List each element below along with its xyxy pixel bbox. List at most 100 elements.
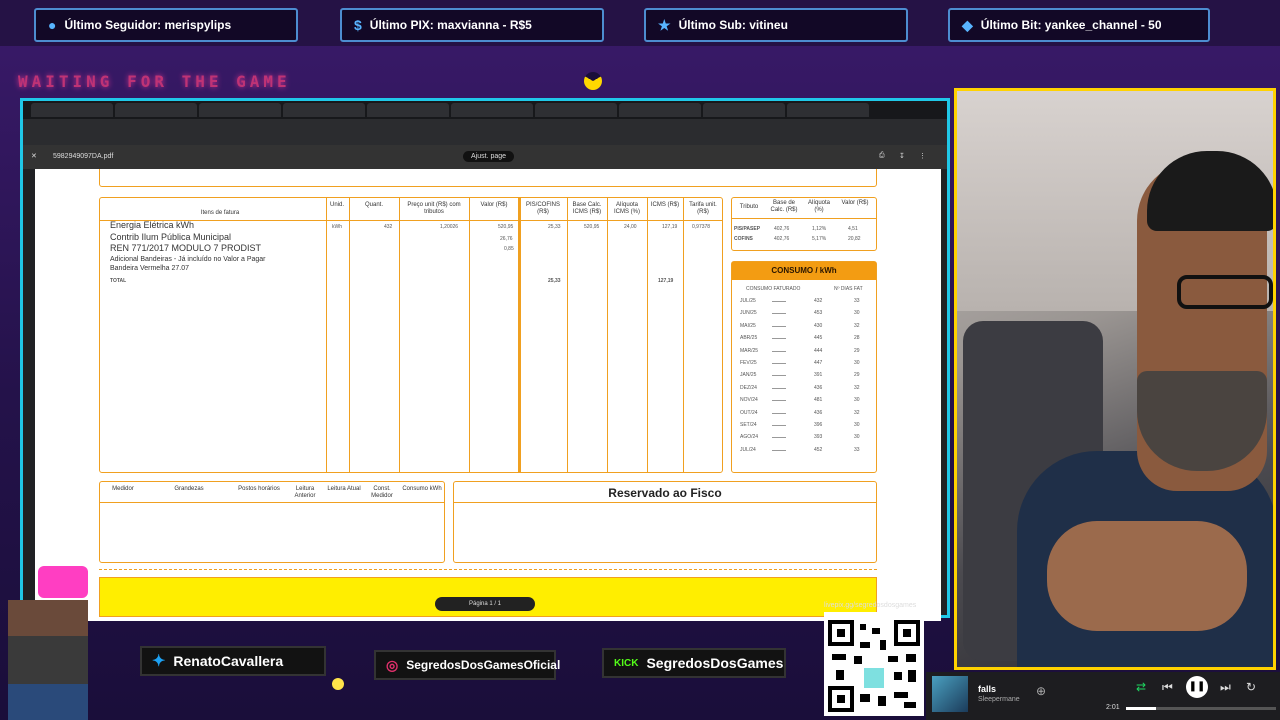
pis-total: 25,33	[548, 278, 561, 284]
item-line: Adicional Bandeiras - Já incluído no Val…	[110, 256, 266, 263]
consumo-days: 32	[854, 409, 860, 416]
consumo-value: 444	[814, 347, 823, 354]
browser-tab[interactable]	[367, 103, 449, 117]
browser-tab[interactable]	[535, 103, 617, 117]
consumo-days: 29	[854, 372, 860, 379]
browser-tab[interactable]	[283, 103, 365, 117]
invoice-table: Itens de fatura Unid. Quant. Preço unit …	[99, 197, 723, 473]
tributo-value: 20,82	[848, 236, 861, 242]
item-line: Bandeira Vermelha 27.07	[110, 265, 189, 272]
last-follower-alert: ● Último Seguidor: merispylips	[34, 8, 298, 42]
kick-text: SegredosDosGames	[646, 655, 784, 671]
consumo-bar	[772, 338, 786, 340]
repeat-icon[interactable]: ↻	[1246, 680, 1256, 694]
previous-icon[interactable]: ⏮	[1162, 680, 1173, 695]
twitter-text: RenatoCavallera	[173, 653, 284, 669]
print-icon[interactable]: ⎙	[879, 152, 885, 160]
consumo-value: 447	[814, 360, 823, 366]
browser-tab[interactable]	[31, 103, 113, 117]
zoom-select[interactable]: Ajust. page	[463, 151, 515, 162]
consumo-month: DEZ/24	[740, 384, 757, 391]
consumo-box: CONSUMO / kWh CONSUMO FATURADO Nº DIAS F…	[731, 261, 877, 473]
header-box	[99, 169, 877, 187]
consumo-value: 430	[814, 322, 823, 329]
consumo-days: 33	[854, 298, 860, 304]
divider	[567, 198, 568, 472]
download-icon[interactable]: ↧	[899, 152, 905, 160]
browser-tab[interactable]	[787, 103, 869, 117]
consumo-month: FEV/25	[740, 360, 757, 366]
progress-bar[interactable]	[1126, 707, 1276, 710]
browser-tab[interactable]	[199, 103, 281, 117]
consumo-days: 30	[854, 360, 860, 366]
consumo-bar	[772, 313, 786, 315]
browser-tab[interactable]	[451, 103, 533, 117]
browser-window: ✕ 5982949097DA.pdf Ajust. page ⎙ ↧ ⋮ Ite…	[20, 98, 950, 621]
qr-code	[824, 612, 924, 716]
bookmarks-bar	[23, 133, 947, 145]
col-header: Medidor	[112, 486, 134, 492]
tributo-value: 4,51	[848, 226, 858, 232]
last-follower-text: Último Seguidor: merispylips	[64, 18, 232, 32]
pixel-badge	[38, 566, 88, 598]
music-player: falls Sleepermane ⊕ ⇄ ⏮ ❚❚ ⏭ ↻ 2:01	[926, 672, 1280, 720]
consumo-month: MAI/25	[740, 322, 756, 329]
col-header: Grandezas	[174, 486, 204, 492]
pdf-toolbar: ✕ 5982949097DA.pdf Ajust. page ⎙ ↧ ⋮	[23, 145, 947, 169]
medidor-table: Medidor Grandezas Postos horários Leitur…	[99, 481, 445, 563]
unit-value: kWh	[332, 224, 342, 230]
pdf-page: Itens de fatura Unid. Quant. Preço unit …	[35, 169, 941, 621]
consumo-bar	[772, 400, 786, 402]
consumo-month: MAR/25	[740, 347, 759, 354]
address-bar[interactable]	[23, 119, 947, 133]
page-navigator[interactable]: Página 1 / 1	[435, 597, 535, 611]
divider	[100, 502, 444, 503]
total-value: 520,95	[498, 224, 514, 230]
consumo-month: JUN/25	[740, 310, 757, 317]
extra-value: 0,85	[504, 246, 514, 252]
consumo-bar	[772, 412, 786, 414]
pacman-icon	[584, 72, 602, 90]
consumo-col-header: CONSUMO FATURADO	[746, 286, 801, 292]
browser-tab[interactable]	[703, 103, 785, 117]
consumo-month: JUL/25	[740, 298, 756, 304]
consumo-value: 393	[814, 434, 823, 441]
divider	[683, 198, 684, 472]
tributo-name: COFINS	[734, 236, 753, 242]
col-header: Itens de fatura	[200, 210, 240, 216]
qr-label: livepix.gg/segredosdosgames	[824, 602, 917, 609]
shuffle-icon[interactable]: ⇄	[1136, 680, 1146, 694]
consumo-month: ABR/25	[740, 335, 758, 342]
consumo-bar	[772, 363, 786, 364]
consumo-days: 30	[854, 310, 860, 317]
consumo-month: NOV/24	[740, 397, 758, 404]
instagram-icon: ◎	[386, 656, 399, 673]
progress-fill	[1126, 707, 1156, 710]
tariff-value: 0,97378	[692, 224, 711, 230]
consumo-bar	[772, 387, 786, 389]
last-sub-alert: ★ Último Sub: vitineu	[644, 8, 908, 42]
last-bit-text: Último Bit: yankee_channel - 50	[980, 18, 1162, 32]
add-icon[interactable]: ⊕	[1036, 684, 1046, 698]
consumo-month: AGO/24	[740, 434, 759, 441]
next-icon[interactable]: ⏭	[1220, 680, 1231, 695]
item-line: REN 771/2017 MODULO 7 PRODIST	[110, 243, 262, 253]
album-art	[932, 676, 968, 712]
instagram-text: SegredosDosGamesOficial	[406, 658, 561, 672]
browser-tab[interactable]	[619, 103, 701, 117]
twitter-handle: ✦ RenatoCavallera	[140, 646, 326, 676]
close-icon[interactable]: ✕	[31, 152, 37, 160]
last-pix-alert: $ Último PIX: maxvianna - R$5	[340, 8, 604, 42]
tributo-rate: 5,17%	[812, 236, 827, 242]
col-header: Tarifa unit. (R$)	[689, 202, 717, 215]
browser-tab[interactable]	[115, 103, 197, 117]
tributo-rate: 1,12%	[812, 226, 827, 232]
waiting-banner: WAITING FOR THE GAME	[18, 72, 291, 91]
more-icon[interactable]: ⋮	[919, 152, 926, 160]
qty-value: 432	[384, 224, 393, 230]
tributo-base: 402,76	[774, 236, 790, 242]
consumo-value: 432	[814, 298, 823, 304]
pause-button[interactable]: ❚❚	[1186, 676, 1208, 698]
consumo-days: 30	[854, 397, 860, 404]
tributo-name: PIS/PASEP	[734, 226, 761, 232]
